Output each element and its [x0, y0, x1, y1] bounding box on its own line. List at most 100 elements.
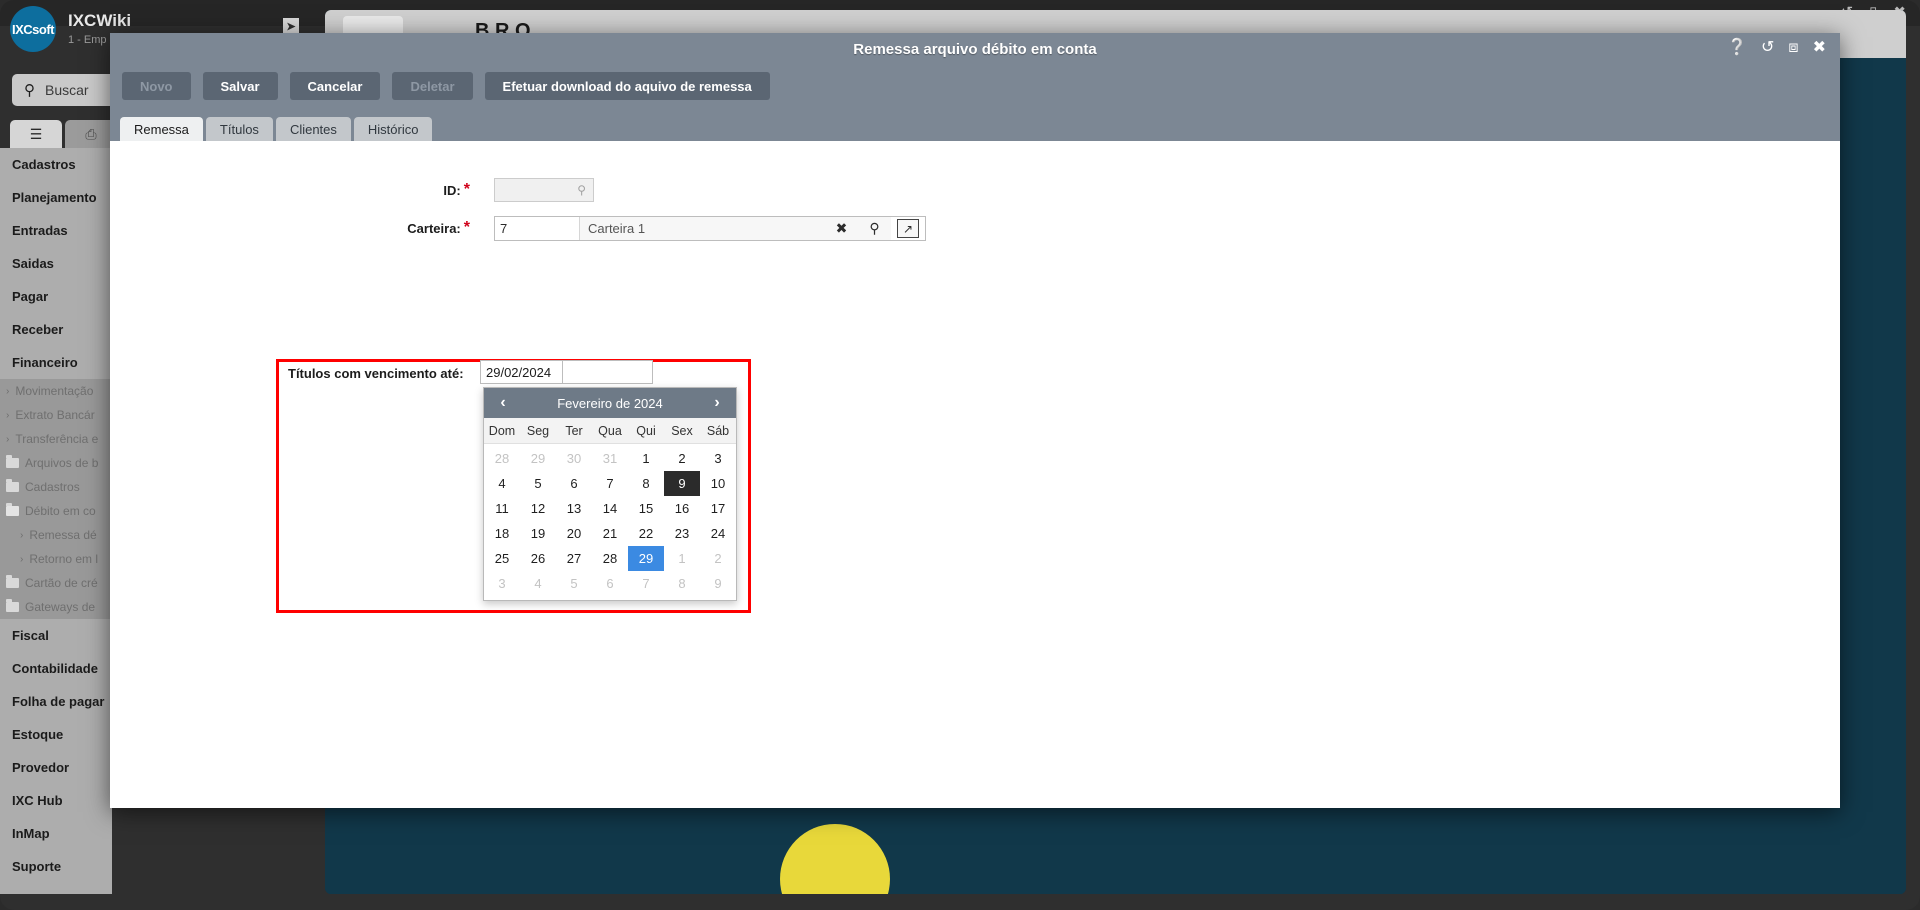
day-cell[interactable]: 1 [664, 546, 700, 571]
day-cell[interactable]: 20 [556, 521, 592, 546]
day-cell[interactable]: 5 [520, 471, 556, 496]
day-cell[interactable]: 28 [484, 446, 520, 471]
day-cell[interactable]: 16 [664, 496, 700, 521]
sidebar-item-financeiro[interactable]: Financeiro [0, 346, 112, 379]
day-cell[interactable]: 3 [700, 446, 736, 471]
sidebar-item-hotsite[interactable]: Hotsite [0, 883, 112, 894]
tab-clientes[interactable]: Clientes [275, 117, 351, 141]
sidebar-subitem-label: Arquivos de b [25, 456, 99, 470]
sidebar-item-cadastros[interactable]: Cadastros [0, 148, 112, 181]
day-cell[interactable]: 10 [700, 471, 736, 496]
sidebar-subitem-arquivos-de-b[interactable]: Arquivos de b [0, 451, 112, 475]
sidebar-item-contabilidade[interactable]: Contabilidade [0, 652, 112, 685]
help-icon[interactable]: ❔ [1727, 39, 1747, 57]
history-icon[interactable]: ↺ [1761, 39, 1774, 57]
download-remessa-button[interactable]: Efetuar download do aquivo de remessa [484, 72, 770, 100]
sidebar-subitem-transfer-ncia-e[interactable]: › Transferência e [0, 427, 112, 451]
sidebar-item-pagar[interactable]: Pagar [0, 280, 112, 313]
day-cell[interactable]: 8 [628, 471, 664, 496]
sidebar-subitem-extrato-banc-r[interactable]: › Extrato Bancár [0, 403, 112, 427]
day-cell[interactable]: 4 [484, 471, 520, 496]
carteira-clear-icon[interactable]: ✖ [825, 217, 858, 240]
day-cell[interactable]: 19 [520, 521, 556, 546]
tab-historico[interactable]: Histórico [353, 117, 433, 141]
sidebar-item-ixc-hub[interactable]: IXC Hub [0, 784, 112, 817]
day-cell[interactable]: 28 [592, 546, 628, 571]
sidebar-subitem-remessa-d[interactable]: › Remessa dé [0, 523, 112, 547]
sidebar-item-entradas[interactable]: Entradas [0, 214, 112, 247]
day-cell[interactable]: 22 [628, 521, 664, 546]
sidebar-item-inmap[interactable]: InMap [0, 817, 112, 850]
vencimento-secondary-field[interactable] [563, 360, 653, 384]
day-cell[interactable]: 2 [700, 546, 736, 571]
datepicker-grid[interactable]: 28 29 30 31 1 2 3 4 5 6 7 8 9 10 11 12 13 14 15 16 17 18 19 20 2… [484, 444, 736, 600]
sidebar-subitem-retorno-em-l[interactable]: › Retorno em l [0, 547, 112, 571]
day-cell[interactable]: 17 [700, 496, 736, 521]
sidebar-item-planejamento[interactable]: Planejamento [0, 181, 112, 214]
expand-icon[interactable]: ⧈ [1788, 39, 1798, 57]
day-cell[interactable]: 12 [520, 496, 556, 521]
day-cell[interactable]: 31 [592, 446, 628, 471]
day-cell[interactable]: 6 [556, 471, 592, 496]
sidebar-collapse-icon[interactable]: ➤ [283, 18, 299, 34]
day-cell[interactable]: 15 [628, 496, 664, 521]
sidebar-nav[interactable]: Cadastros Planejamento Entradas Saidas Pagar… [0, 148, 112, 894]
sidebar-item-provedor[interactable]: Provedor [0, 751, 112, 784]
application-root: ↺ ▯ ✖ IXCsoft IXCWiki 1 - Emp ➤ ⚲ Buscar… [0, 0, 1920, 910]
novo-button[interactable]: Novo [122, 72, 191, 100]
day-cell[interactable]: 7 [592, 471, 628, 496]
sidebar-subitem-gateways-de[interactable]: Gateways de [0, 595, 112, 619]
sidebar-item-receber[interactable]: Receber [0, 313, 112, 346]
sidebar-item-label: Saidas [12, 256, 54, 271]
day-cell[interactable]: 4 [520, 571, 556, 596]
sidebar-subitem-cadastros[interactable]: Cadastros [0, 475, 112, 499]
sidebar-item-estoque[interactable]: Estoque [0, 718, 112, 751]
day-cell[interactable]: 26 [520, 546, 556, 571]
cancelar-button[interactable]: Cancelar [289, 72, 381, 100]
datepicker[interactable]: ‹ Fevereiro de 2024 › Dom Seg Ter Qua Qui Sex… [483, 387, 737, 601]
carteira-open-icon[interactable]: ↗ [897, 219, 919, 238]
sidebar-tab-menu[interactable]: ☰ [10, 120, 62, 148]
modal-tool-icons: ❔ ↺ ⧈ ✖ [1727, 39, 1826, 57]
day-cell[interactable]: 8 [664, 571, 700, 596]
day-cell[interactable]: 14 [592, 496, 628, 521]
day-cell[interactable]: 24 [700, 521, 736, 546]
day-cell[interactable]: 9 [664, 471, 700, 496]
day-cell[interactable]: 11 [484, 496, 520, 521]
carteira-code-input[interactable]: 7 [495, 217, 580, 240]
day-cell[interactable]: 3 [484, 571, 520, 596]
sidebar-item-suporte[interactable]: Suporte [0, 850, 112, 883]
carteira-field[interactable]: 7 Carteira 1 ✖ ⚲ ↗ [494, 216, 926, 241]
day-cell[interactable]: 23 [664, 521, 700, 546]
sidebar-item-fiscal[interactable]: Fiscal [0, 619, 112, 652]
sidebar-subitem-cart-o-de-cr[interactable]: Cartão de cré [0, 571, 112, 595]
next-month-icon[interactable]: › [708, 394, 726, 412]
id-input[interactable]: ⚲ [494, 178, 594, 202]
day-cell[interactable]: 27 [556, 546, 592, 571]
day-cell[interactable]: 7 [628, 571, 664, 596]
sidebar-subitem-d-bito-em-co[interactable]: Débito em co [0, 499, 112, 523]
day-cell[interactable]: 29 [520, 446, 556, 471]
day-cell[interactable]: 6 [592, 571, 628, 596]
day-cell[interactable]: 25 [484, 546, 520, 571]
tab-remessa[interactable]: Remessa [120, 117, 203, 141]
prev-month-icon[interactable]: ‹ [494, 394, 512, 412]
day-cell[interactable]: 9 [700, 571, 736, 596]
sidebar-item-saidas[interactable]: Saidas [0, 247, 112, 280]
day-cell[interactable]: 5 [556, 571, 592, 596]
vencimento-input[interactable]: 29/02/2024 [480, 360, 563, 384]
day-cell[interactable]: 18 [484, 521, 520, 546]
day-cell[interactable]: 21 [592, 521, 628, 546]
tab-titulos[interactable]: Títulos [205, 117, 273, 141]
day-cell[interactable]: 1 [628, 446, 664, 471]
carteira-search-icon[interactable]: ⚲ [858, 217, 891, 240]
sidebar-subitem-movimenta-o[interactable]: › Movimentação [0, 379, 112, 403]
day-cell[interactable]: 29 [628, 546, 664, 571]
deletar-button[interactable]: Deletar [392, 72, 473, 100]
day-cell[interactable]: 13 [556, 496, 592, 521]
day-cell[interactable]: 30 [556, 446, 592, 471]
close-icon[interactable]: ✖ [1813, 39, 1826, 57]
sidebar-item-folha-de-pagar[interactable]: Folha de pagar [0, 685, 112, 718]
day-cell[interactable]: 2 [664, 446, 700, 471]
salvar-button[interactable]: Salvar [202, 72, 278, 100]
